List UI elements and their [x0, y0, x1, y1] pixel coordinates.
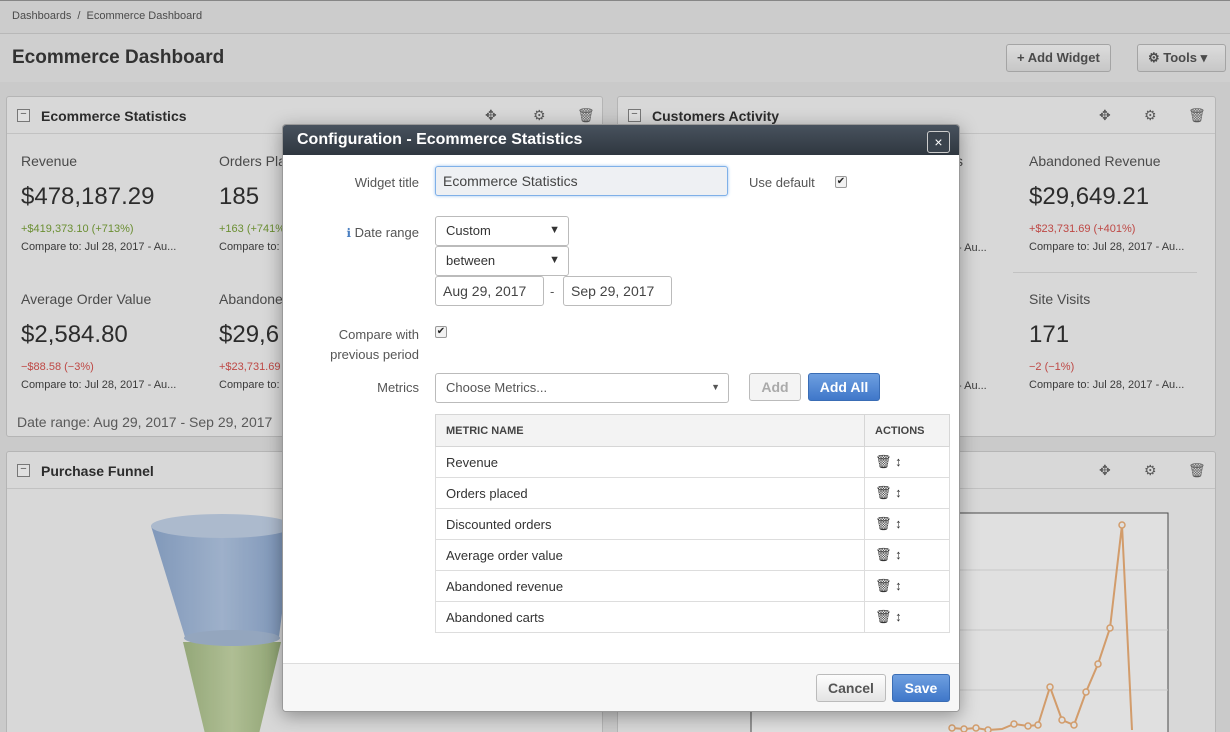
- column-header-actions: ACTIONS: [864, 414, 950, 447]
- reorder-icon[interactable]: ↕: [895, 578, 902, 593]
- table-row: Abandoned carts 🗑 ↕: [435, 601, 950, 633]
- row-actions: 🗑 ↕: [864, 601, 950, 633]
- metrics-select[interactable]: Choose Metrics... ▼: [435, 373, 729, 403]
- table-row: Orders placed 🗑 ↕: [435, 477, 950, 509]
- widget-title-label: Widget title: [354, 175, 419, 190]
- reorder-icon[interactable]: ↕: [895, 547, 902, 562]
- select-value: between: [446, 253, 496, 268]
- modal-title: Configuration - Ecommerce Statistics: [283, 125, 959, 155]
- reorder-icon[interactable]: ↕: [895, 609, 902, 624]
- date-range-operator-select[interactable]: between ▼: [435, 246, 569, 276]
- column-header-metric-name: METRIC NAME: [435, 414, 865, 447]
- trash-icon[interactable]: 🗑: [875, 578, 892, 593]
- trash-icon[interactable]: 🗑: [875, 609, 892, 624]
- caret-down-icon: ▼: [549, 254, 560, 266]
- modal-footer: Cancel Save: [283, 663, 959, 711]
- configuration-modal: Configuration - Ecommerce Statistics × W…: [282, 124, 960, 712]
- date-range-type-select[interactable]: Custom ▼: [435, 216, 569, 246]
- date-separator: -: [550, 284, 555, 299]
- date-from-input[interactable]: Aug 29, 2017: [435, 276, 544, 306]
- row-actions: 🗑 ↕: [864, 539, 950, 571]
- caret-down-icon: ▼: [711, 382, 720, 392]
- date-to-input[interactable]: Sep 29, 2017: [563, 276, 672, 306]
- trash-icon[interactable]: 🗑: [875, 516, 892, 531]
- trash-icon[interactable]: 🗑: [875, 454, 892, 469]
- widget-title-input[interactable]: Ecommerce Statistics: [435, 166, 728, 196]
- select-placeholder: Choose Metrics...: [446, 380, 548, 395]
- row-actions: 🗑 ↕: [864, 508, 950, 540]
- metrics-table: METRIC NAME ACTIONS Revenue 🗑 ↕ Orders pl…: [435, 414, 950, 633]
- trash-icon[interactable]: 🗑: [875, 547, 892, 562]
- reorder-icon[interactable]: ↕: [895, 485, 902, 500]
- table-row: Abandoned revenue 🗑 ↕: [435, 570, 950, 602]
- metric-name: Orders placed: [435, 477, 865, 509]
- add-button[interactable]: Add: [749, 373, 801, 401]
- select-value: Custom: [446, 223, 491, 238]
- metric-name: Abandoned revenue: [435, 570, 865, 602]
- trash-icon[interactable]: 🗑: [875, 485, 892, 500]
- metric-name: Abandoned carts: [435, 601, 865, 633]
- cancel-button[interactable]: Cancel: [816, 674, 886, 702]
- date-range-label: ℹ Date range: [323, 225, 419, 240]
- row-actions: 🗑 ↕: [864, 477, 950, 509]
- row-actions: 🗑 ↕: [864, 570, 950, 602]
- row-actions: 🗑 ↕: [864, 446, 950, 478]
- compare-label-line: Compare with: [338, 327, 419, 342]
- reorder-icon[interactable]: ↕: [895, 454, 902, 469]
- metric-name: Average order value: [435, 539, 865, 571]
- use-default-label: Use default: [749, 175, 815, 190]
- table-row: Revenue 🗑 ↕: [435, 446, 950, 478]
- close-button[interactable]: ×: [927, 131, 950, 153]
- compare-checkbox[interactable]: ✔: [435, 326, 447, 338]
- compare-label-line: previous period: [330, 347, 419, 362]
- table-row: Average order value 🗑 ↕: [435, 539, 950, 571]
- metric-name: Discounted orders: [435, 508, 865, 540]
- use-default-checkbox[interactable]: ✔: [835, 176, 847, 188]
- info-icon: ℹ: [346, 226, 352, 240]
- metric-name: Revenue: [435, 446, 865, 478]
- date-range-label-text: Date range: [354, 225, 419, 240]
- reorder-icon[interactable]: ↕: [895, 516, 902, 531]
- table-row: Discounted orders 🗑 ↕: [435, 508, 950, 540]
- caret-down-icon: ▼: [549, 224, 560, 236]
- save-button[interactable]: Save: [892, 674, 950, 702]
- compare-label: Compare with previous period: [303, 325, 419, 365]
- add-all-button[interactable]: Add All: [808, 373, 880, 401]
- metrics-label: Metrics: [377, 380, 419, 395]
